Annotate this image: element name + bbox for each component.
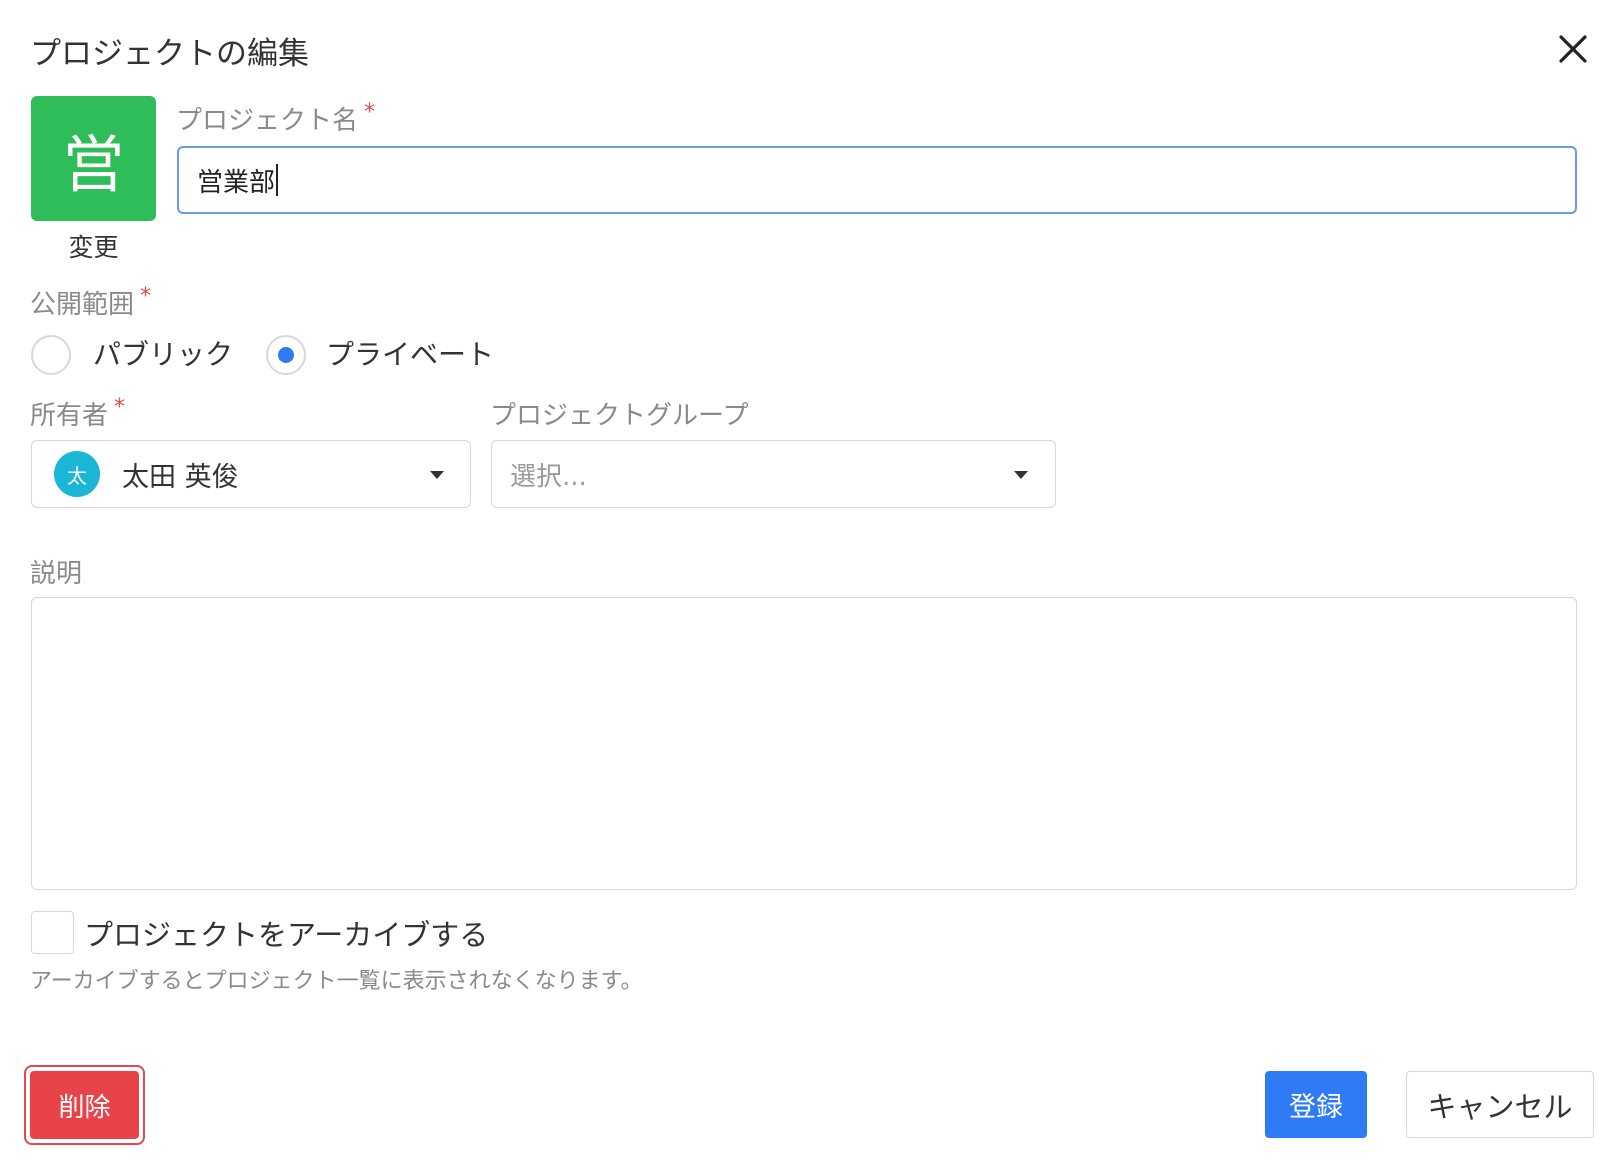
project-group-select[interactable]: 選択... bbox=[491, 440, 1056, 508]
radio-selected-dot bbox=[278, 347, 294, 363]
project-icon-tile[interactable]: 営 bbox=[31, 96, 156, 221]
radio-private[interactable] bbox=[266, 335, 306, 375]
owner-label: 所有者 * bbox=[30, 395, 125, 432]
archive-help-text: アーカイブするとプロジェクト一覧に表示されなくなります。 bbox=[30, 969, 643, 994]
radio-public[interactable] bbox=[31, 335, 71, 375]
project-group-placeholder: 選択... bbox=[510, 461, 587, 492]
project-name-label: プロジェクト名 * bbox=[176, 100, 375, 137]
chevron-down-icon bbox=[1014, 471, 1028, 479]
description-label: 説明 bbox=[30, 559, 83, 589]
change-icon-link[interactable]: 変更 bbox=[31, 228, 156, 264]
text-caret bbox=[276, 164, 279, 196]
delete-button[interactable]: 削除 bbox=[30, 1071, 139, 1139]
project-name-value: 営業部 bbox=[197, 167, 276, 198]
visibility-label: 公開範囲 * bbox=[30, 284, 151, 321]
required-mark: * bbox=[114, 395, 126, 420]
owner-avatar: 太 bbox=[54, 451, 100, 497]
description-textarea[interactable] bbox=[31, 597, 1577, 890]
radio-public-label[interactable]: パブリック bbox=[93, 333, 233, 373]
required-mark: * bbox=[140, 284, 152, 309]
visibility-label-text: 公開範囲 bbox=[30, 290, 135, 320]
dialog-title: プロジェクトの編集 bbox=[30, 36, 309, 72]
project-name-input[interactable]: 営業部 bbox=[177, 146, 1577, 214]
archive-checkbox-label[interactable]: プロジェクトをアーカイブする bbox=[84, 912, 488, 954]
owner-select[interactable]: 太 太田 英俊 bbox=[31, 440, 471, 508]
cancel-button[interactable]: キャンセル bbox=[1406, 1071, 1594, 1138]
chevron-down-icon bbox=[430, 471, 444, 479]
archive-checkbox[interactable] bbox=[31, 911, 74, 954]
project-icon-char: 営 bbox=[62, 127, 125, 201]
owner-label-text: 所有者 bbox=[30, 401, 109, 431]
project-name-label-text: プロジェクト名 bbox=[176, 106, 359, 136]
save-button[interactable]: 登録 bbox=[1265, 1071, 1367, 1138]
project-group-label: プロジェクトグループ bbox=[490, 401, 749, 431]
owner-name: 太田 英俊 bbox=[122, 461, 239, 493]
radio-private-label[interactable]: プライベート bbox=[326, 333, 494, 373]
required-mark: * bbox=[364, 100, 376, 125]
close-icon[interactable] bbox=[1556, 32, 1590, 66]
